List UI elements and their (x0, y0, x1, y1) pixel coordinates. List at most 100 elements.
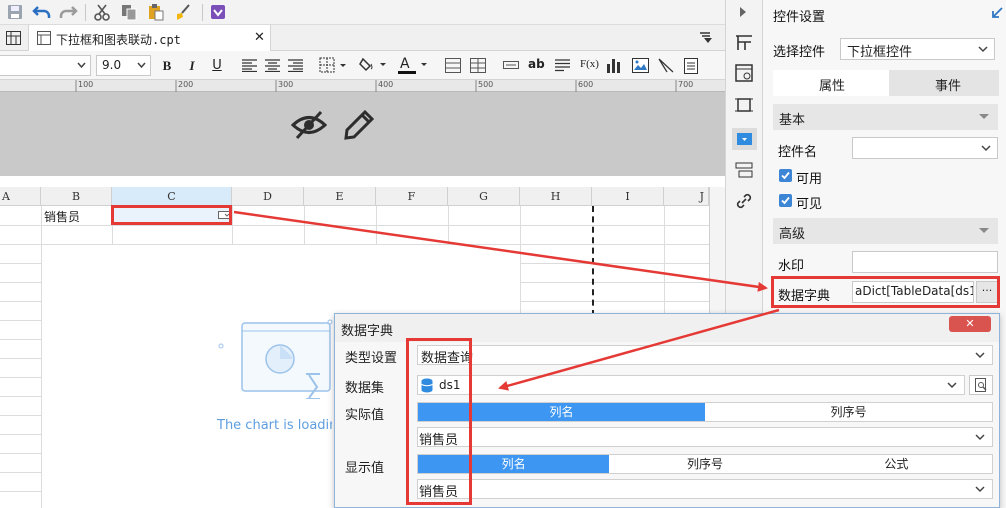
widget-settings-tab[interactable] (732, 128, 757, 150)
basic-section-header[interactable]: 基本 (773, 104, 998, 130)
dialog-title-bar: 数据字典 ✕ (335, 314, 999, 342)
data-dictionary-more-button[interactable]: ··· (976, 281, 998, 303)
dataset-preview-button[interactable] (969, 375, 993, 395)
tab-bar: 下拉框和图表联动.cpt ✕ (0, 25, 725, 51)
cell-b1[interactable]: 销售员 (44, 208, 80, 225)
text-button[interactable]: ab (528, 57, 545, 71)
expand-panel-icon[interactable] (991, 7, 1003, 19)
cell-c1-combobox[interactable] (113, 206, 232, 225)
align-left-icon[interactable] (242, 59, 257, 72)
font-size-select[interactable]: 9.0 (96, 55, 151, 76)
column-header-c[interactable]: C (112, 187, 232, 206)
display-value-select[interactable]: 销售员 (417, 479, 993, 500)
font-name-select[interactable] (0, 55, 91, 76)
widget-name-label: 控件名 (778, 145, 818, 160)
format-painter-icon[interactable] (174, 3, 194, 23)
close-tab-icon[interactable]: ✕ (254, 30, 265, 45)
chart-loading-text: The chart is loading (217, 418, 332, 433)
display-value-tab-column-name[interactable]: 列名 (418, 455, 610, 473)
collapse-arrow-icon[interactable] (738, 6, 748, 18)
watermark-input[interactable] (852, 251, 998, 273)
hide-preview-icon[interactable] (291, 110, 327, 140)
enabled-label: 可用 (796, 172, 823, 187)
quick-access-toolbar (0, 0, 725, 25)
widget-name-input[interactable] (852, 137, 998, 159)
underline-button[interactable]: U (207, 56, 227, 76)
column-header-d[interactable]: D (232, 187, 304, 206)
column-header-g[interactable]: G (448, 187, 520, 206)
fill-color-icon[interactable] (359, 56, 387, 74)
column-header-e[interactable]: E (304, 187, 376, 206)
copy-icon[interactable] (120, 3, 140, 23)
data-dictionary-value: aDict[TableData[ds1]] (855, 284, 974, 298)
column-header-f[interactable]: F (376, 187, 448, 206)
align-center-icon[interactable] (265, 59, 280, 72)
dialog-title: 数据字典 (341, 324, 394, 339)
frame-icon[interactable] (735, 96, 753, 114)
paragraph-icon[interactable] (555, 59, 570, 72)
cut-icon[interactable] (93, 3, 113, 23)
horizontal-ruler: 100 200 300 400 500 600 700 (0, 80, 725, 92)
actual-value-tab-column-index[interactable]: 列序号 (705, 403, 992, 421)
tab-report-file[interactable]: 下拉框和图表联动.cpt ✕ (28, 25, 271, 51)
insert-image-icon[interactable] (632, 58, 649, 73)
actual-value-label: 实际值 (345, 408, 385, 423)
redo-icon[interactable] (58, 3, 78, 23)
edit-pencil-icon[interactable] (343, 109, 375, 141)
column-header-b[interactable]: B (41, 187, 112, 206)
insert-widget-icon[interactable] (503, 61, 519, 69)
visible-checkbox[interactable] (779, 194, 792, 207)
type-setting-select[interactable]: 数据查询 (417, 345, 993, 366)
combobox-widget-icon (218, 211, 230, 219)
advanced-section-header[interactable]: 高级 (773, 218, 998, 244)
data-dictionary-label: 数据字典 (778, 289, 831, 304)
font-color-icon[interactable]: A (397, 55, 429, 75)
column-header-h[interactable]: H (520, 187, 592, 206)
watermark-label: 水印 (778, 259, 805, 274)
display-value-tab-formula[interactable]: 公式 (801, 455, 992, 473)
split-cells-icon[interactable] (470, 58, 486, 73)
save-icon[interactable] (6, 3, 26, 23)
tab-title: 下拉框和图表联动.cpt (56, 33, 181, 47)
sub-report-icon[interactable] (684, 58, 698, 74)
dataset-select[interactable]: ds1 (417, 375, 965, 395)
slash-icon[interactable] (658, 58, 674, 73)
database-icon (421, 378, 433, 393)
svg-text:A: A (400, 56, 410, 72)
hyperlink-icon[interactable] (735, 192, 753, 210)
enabled-checkbox[interactable] (779, 169, 792, 182)
cell-attributes-icon[interactable] (735, 34, 753, 52)
italic-button[interactable]: I (182, 56, 202, 76)
data-dictionary-field[interactable]: aDict[TableData[ds1]] (852, 281, 974, 303)
visible-label: 可见 (796, 197, 823, 212)
column-header-j[interactable]: J (664, 187, 709, 206)
tab-menu-icon[interactable] (700, 32, 712, 43)
cell-element-icon[interactable] (735, 64, 753, 82)
insert-chart-icon[interactable] (606, 57, 623, 73)
dataset-label: 数据集 (345, 381, 385, 396)
tab-events[interactable]: 事件 (889, 70, 999, 96)
dialog-close-button[interactable]: ✕ (949, 316, 991, 332)
actual-value-mode-tabs: 列名 列序号 (417, 402, 993, 422)
formula-button[interactable]: F(x) (580, 58, 599, 70)
undo-icon[interactable] (32, 3, 52, 23)
template-icon[interactable] (209, 3, 229, 23)
page-break-line (592, 206, 594, 316)
border-icon[interactable] (319, 57, 347, 73)
bold-button[interactable]: B (157, 56, 177, 76)
chart-loading-icon (218, 319, 338, 399)
column-header-i[interactable]: I (592, 187, 664, 206)
column-header-a[interactable]: A (0, 187, 41, 206)
actual-value-tab-column-name[interactable]: 列名 (418, 403, 705, 421)
actual-value-select[interactable]: 销售员 (417, 427, 993, 448)
condition-attribute-icon[interactable] (735, 162, 753, 178)
data-dictionary-dialog: 数据字典 ✕ 类型设置 数据查询 数据集 ds1 实际值 列名 列序号 销售员 … (334, 313, 1000, 508)
tab-properties[interactable]: 属性 (773, 70, 889, 96)
vertical-scrollbar[interactable] (709, 187, 725, 206)
select-widget-dropdown[interactable]: 下拉框控件 (840, 38, 995, 60)
sheet-grid-icon[interactable] (6, 31, 21, 45)
display-value-tab-column-index[interactable]: 列序号 (609, 455, 800, 473)
align-right-icon[interactable] (288, 59, 303, 72)
merge-cells-icon[interactable] (445, 58, 461, 73)
paste-icon[interactable] (147, 3, 167, 23)
